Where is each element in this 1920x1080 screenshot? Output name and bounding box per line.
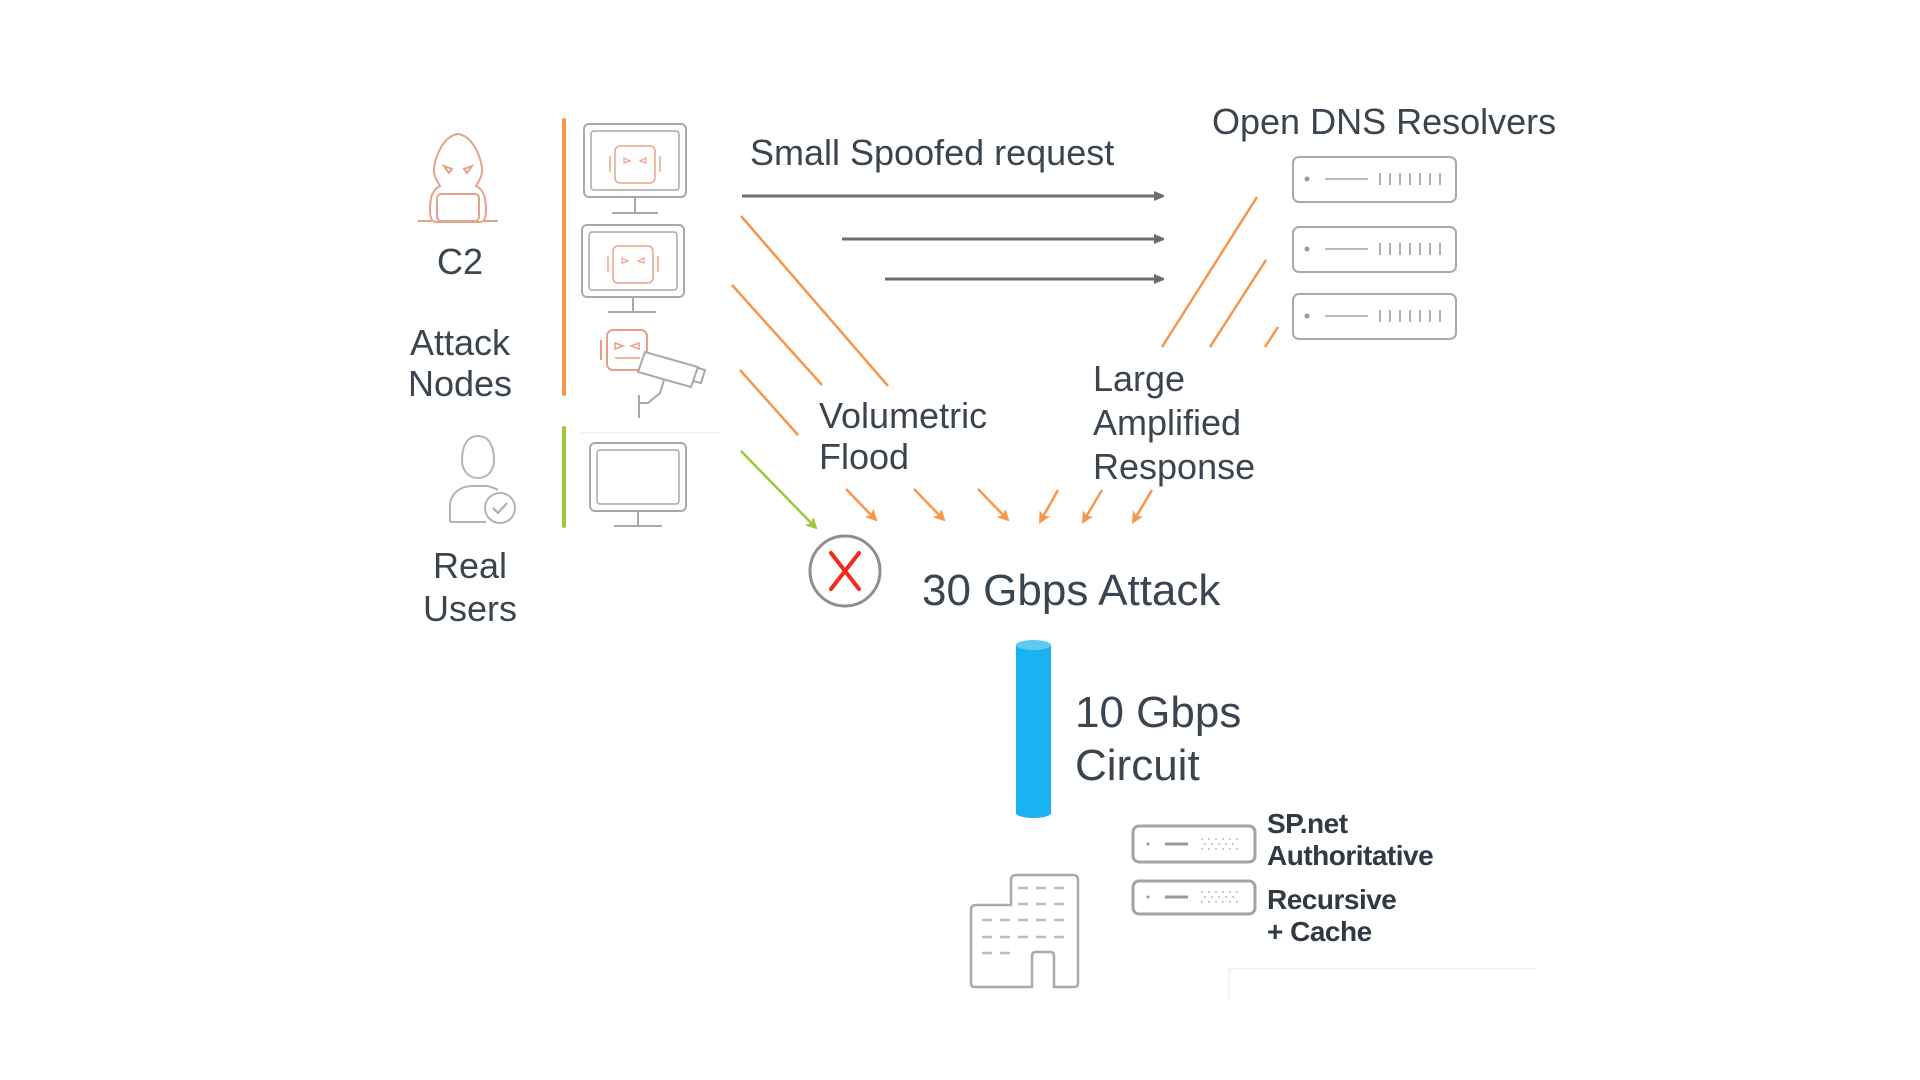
attack-arrow <box>1081 489 1104 524</box>
recursive-server-label-line2: + Cache <box>1267 916 1372 947</box>
infected-camera-icon <box>600 329 707 418</box>
flood-line <box>731 284 823 386</box>
hooded-hacker-icon <box>418 132 498 223</box>
attack-nodes-label: Attack Nodes <box>390 322 530 404</box>
legit-traffic-arrow <box>740 450 818 530</box>
amplified-line <box>1263 326 1280 348</box>
spoofed-request-label: Small Spoofed request <box>750 132 1115 173</box>
authoritative-server-label-line1: SP.net <box>1267 808 1348 839</box>
circuit-label-line1: 10 Gbps <box>1075 688 1242 737</box>
authoritative-server-label-line2: Authoritative <box>1267 840 1434 871</box>
dns-resolver-server-icon <box>1292 293 1457 340</box>
monitor-icon <box>589 442 687 527</box>
office-building-icon <box>969 873 1080 989</box>
attack-volume-label: 30 Gbps Attack <box>922 566 1221 615</box>
dns-resolver-server-icon <box>1292 226 1457 273</box>
recursive-server-label: Recursive + Cache <box>1267 884 1397 948</box>
amplified-response-label-line2: Amplified <box>1093 402 1242 443</box>
circuit-label-line2: Circuit <box>1075 741 1200 790</box>
amplified-line <box>1160 196 1259 348</box>
recursive-server-label-line1: Recursive <box>1267 884 1397 915</box>
real-users-label-line1: Real <box>432 545 508 586</box>
recursive-cache-server-icon <box>1131 879 1257 916</box>
dns-resolver-server-icon <box>1292 156 1457 203</box>
amplified-response-label: Large Amplified Response <box>1093 357 1255 489</box>
real-users-label: Real Users <box>400 544 540 630</box>
x-circle-icon <box>808 534 882 608</box>
amplified-response-label-line3: Response <box>1093 446 1256 487</box>
attack-converge-arrows <box>845 488 1154 524</box>
verified-user-icon <box>449 434 516 524</box>
infected-monitor-icon <box>581 224 685 313</box>
frame-edge <box>1228 968 1536 1000</box>
attack-nodes-bracket <box>562 118 566 396</box>
authoritative-server-icon <box>1131 824 1257 864</box>
attack-arrow <box>845 488 878 522</box>
flood-line <box>740 215 889 387</box>
attack-nodes-label-line2: Nodes <box>407 363 513 404</box>
circuit-pipe <box>1016 640 1051 818</box>
spoofed-request-arrows <box>742 196 1163 279</box>
dns-resolver-group <box>1292 156 1457 340</box>
authoritative-server-label: SP.net Authoritative <box>1267 808 1434 872</box>
amplified-line <box>1208 259 1268 348</box>
c2-label: C2 <box>436 241 484 282</box>
flood-line <box>739 369 799 436</box>
circuit-label: 10 Gbps Circuit <box>1075 686 1241 792</box>
amplified-response-lines <box>1160 196 1280 348</box>
amplified-response-label-line1: Large <box>1093 358 1186 399</box>
real-users-label-line2: Users <box>422 588 517 629</box>
volumetric-flood-label: Volumetric Flood <box>819 395 987 477</box>
volumetric-flood-label-line1: Volumetric <box>819 395 988 436</box>
volumetric-flood-label-line2: Flood <box>819 436 910 477</box>
attack-arrow <box>1131 489 1154 524</box>
attack-arrow <box>977 488 1010 522</box>
infected-monitor-icon <box>583 123 687 214</box>
ddos-diagram: C2 Attack Nodes Real Users Small Spoofed… <box>0 0 1920 1080</box>
open-dns-resolvers-title: Open DNS Resolvers <box>1212 101 1557 142</box>
attack-arrow <box>913 488 946 522</box>
real-users-bracket <box>562 426 566 528</box>
attack-nodes-label-line1: Attack <box>409 322 511 363</box>
attack-arrow <box>1038 489 1060 524</box>
